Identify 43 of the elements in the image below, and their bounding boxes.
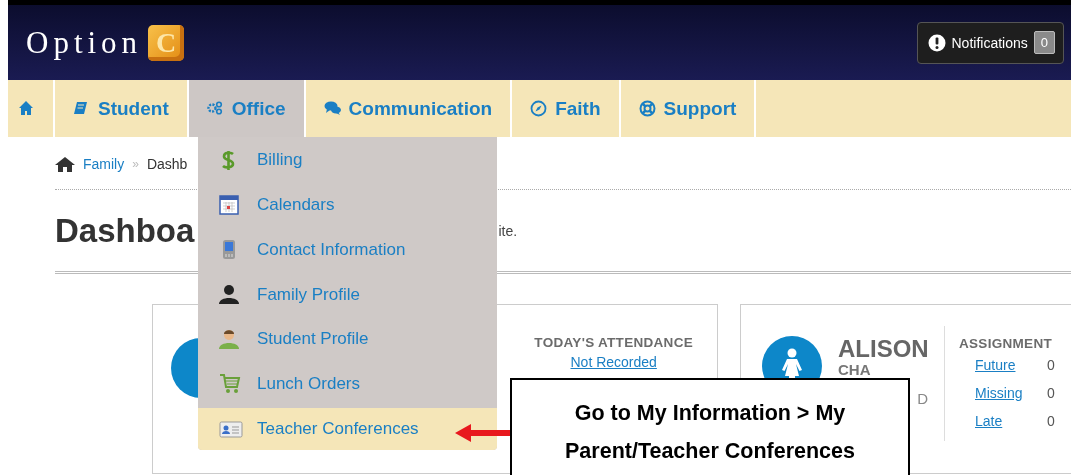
book-icon (73, 100, 90, 117)
lifebuoy-icon (638, 100, 656, 117)
callout-text: Go to My Information > My Parent/Teacher Conferences (564, 400, 856, 465)
breadcrumb-link[interactable]: Family (83, 155, 125, 172)
id-card-icon (219, 418, 243, 440)
student-detail: D (916, 390, 929, 407)
chat-bubbles-icon (323, 100, 341, 117)
student-last-name: CHA (838, 362, 872, 378)
logo-text: Option (26, 24, 143, 61)
menu-item[interactable]: Teacher Conferences (198, 408, 497, 451)
pointer-arrow (455, 424, 513, 442)
compass-icon (530, 100, 548, 117)
menu-item[interactable]: Student Profile (198, 316, 497, 362)
notification-count: 0 (1033, 31, 1055, 54)
alert-icon (927, 33, 946, 52)
assignment-count: 0 (1047, 385, 1055, 401)
home-icon (18, 100, 35, 117)
nav-tab[interactable]: Faith (512, 80, 621, 137)
menu-item[interactable]: Billing (198, 138, 497, 183)
menu-item[interactable]: Contact Information (198, 227, 497, 273)
attendance-heading: TODAY'S ATTENDANCE (534, 335, 693, 350)
assignment-count: 0 (1047, 357, 1055, 373)
assignment-link[interactable]: Missing (975, 385, 1025, 401)
home-icon (55, 155, 75, 172)
menu-item[interactable]: Lunch Orders (198, 361, 497, 407)
assignment-link[interactable]: Future (975, 357, 1025, 373)
breadcrumb-separator: » (132, 156, 139, 171)
nav-tab[interactable]: Office (188, 80, 306, 137)
assignment-count: 0 (1047, 413, 1055, 429)
shopping-cart-icon (219, 373, 243, 395)
notifications-button[interactable]: Notifications 0 (916, 21, 1064, 64)
assignments-heading: ASSIGNMENT (959, 336, 1053, 351)
student-first-name: ALISON (838, 336, 930, 362)
assignment-link[interactable]: Late (975, 413, 1025, 429)
gears-icon (206, 100, 224, 117)
menu-item[interactable]: Family Profile (198, 272, 497, 317)
logo-block: C (148, 24, 185, 61)
breadcrumb-current: Dashb (146, 155, 188, 172)
welcome-text: ite. (498, 222, 518, 239)
page-title: Dashboa (55, 211, 195, 250)
attendance-link[interactable]: Not Recorded (570, 354, 657, 370)
menu-item[interactable]: Calendars (198, 182, 497, 228)
nav-tab[interactable]: Support (620, 80, 757, 137)
